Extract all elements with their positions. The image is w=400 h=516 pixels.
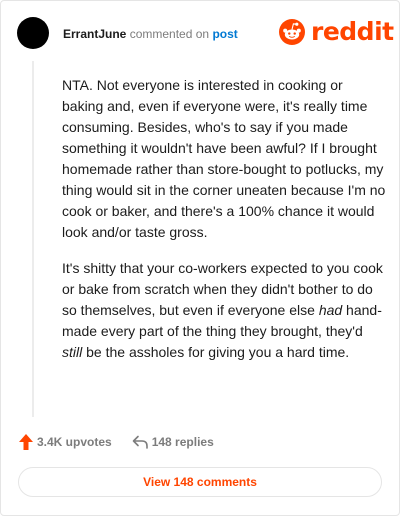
upvote-count: 3.4K upvotes [37,435,112,449]
comment-text: be the assholes for giving you a hard ti… [82,344,350,360]
reddit-logo[interactable]: reddit [279,18,394,46]
reply-button[interactable]: 148 replies [132,435,214,449]
comment-paragraph: NTA. Not everyone is interested in cooki… [62,75,386,243]
comment-text: NTA. Not everyone is interested in cooki… [62,77,386,240]
comment-body: NTA. Not everyone is interested in cooki… [62,75,386,378]
thread-line[interactable] [32,61,34,417]
comment-header: ErrantJune commented on post [63,27,238,41]
upvote-arrow-icon [19,434,33,450]
reddit-wordmark: reddit [311,17,394,46]
italic-text: had [318,302,343,318]
comment-card: ErrantJune commented on post reddit NTA.… [0,0,400,516]
avatar[interactable] [17,17,49,49]
reply-count: 148 replies [151,435,214,449]
reddit-snoo-icon [279,19,305,45]
comment-paragraph: It's shitty that your co-workers expecte… [62,258,386,363]
action-bar: 3.4K upvotes 148 replies [19,434,214,450]
username[interactable]: ErrantJune [63,27,126,41]
reply-arrow-icon [132,435,148,449]
upvote-button[interactable]: 3.4K upvotes [19,434,112,450]
post-link[interactable]: post [212,27,237,41]
commented-on-text: commented on [129,27,210,41]
view-comments-button[interactable]: View 148 comments [18,467,382,497]
italic-text: still [62,344,83,360]
